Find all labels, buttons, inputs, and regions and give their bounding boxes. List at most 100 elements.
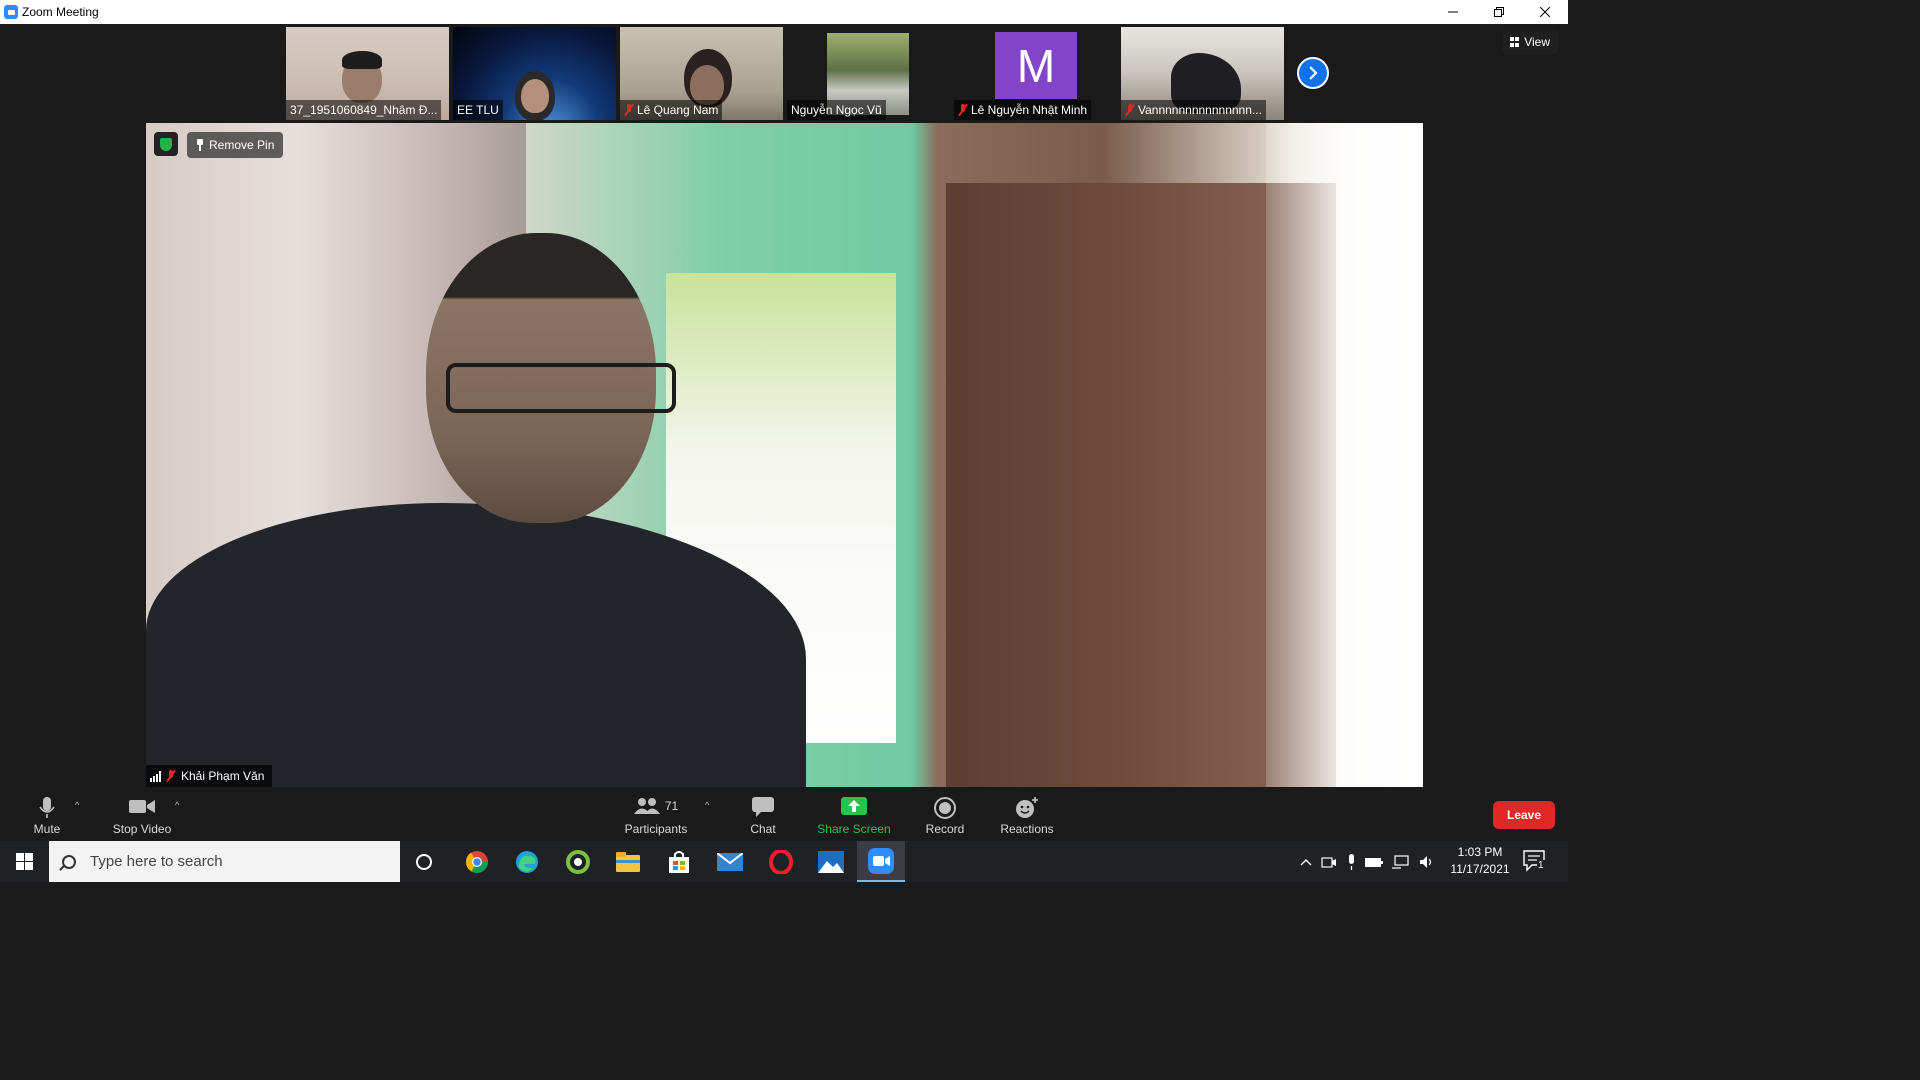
window-controls: [1430, 0, 1568, 24]
edge-icon: [516, 850, 538, 873]
windows-taskbar: Type here to search 1:03 PM 11/17/2021 1: [0, 841, 1568, 882]
participant-name-tag: Lê Nguyễn Nhật Minh: [954, 100, 1092, 120]
meeting-area: View 37_1951060849_Nhâm Đ... EE TLU Lê Q…: [0, 24, 1568, 792]
store-bag-icon: [669, 850, 689, 873]
tray-microphone-icon[interactable]: [1346, 853, 1356, 870]
participant-name: Lê Nguyễn Nhật Minh: [971, 103, 1088, 117]
main-video: Remove Pin Khải Phạm Văn: [146, 123, 1423, 787]
participant-name: Lê Quang Nam: [637, 103, 719, 117]
view-button-label: View: [1524, 35, 1550, 49]
taskbar-app-zoom[interactable]: [857, 841, 905, 882]
network-icon[interactable]: [1392, 854, 1410, 869]
start-button[interactable]: [0, 841, 48, 882]
participants-button[interactable]: 71 Participants: [620, 792, 692, 841]
notification-count: 1: [1537, 860, 1545, 871]
participant-name: Nguyễn Ngọc Vũ: [791, 103, 882, 117]
share-screen-label: Share Screen: [817, 822, 891, 836]
taskbar-app-edge[interactable]: [503, 841, 551, 882]
remove-pin-label: Remove Pin: [209, 138, 275, 152]
share-screen-icon: [841, 797, 867, 815]
remove-pin-button[interactable]: Remove Pin: [187, 132, 284, 158]
chrome-icon: [465, 850, 488, 873]
minimize-button[interactable]: [1430, 0, 1476, 24]
participant-name-tag: EE TLU: [453, 100, 503, 120]
taskbar-app-coccoc[interactable]: [554, 841, 602, 882]
encryption-shield-icon[interactable]: [154, 132, 178, 156]
next-page-button[interactable]: [1297, 57, 1329, 89]
participant-thumbnail[interactable]: M Lê Nguyễn Nhật Minh: [954, 27, 1117, 120]
stop-video-button[interactable]: Stop Video: [108, 792, 176, 841]
taskbar-app-store[interactable]: [655, 841, 703, 882]
participant-thumbnail-strip: 37_1951060849_Nhâm Đ... EE TLU Lê Quang …: [286, 27, 1284, 120]
photos-icon: [818, 850, 844, 873]
coccoc-icon: [566, 849, 590, 874]
meet-now-camera-icon[interactable]: [1321, 855, 1337, 869]
taskbar-app-chrome[interactable]: [453, 841, 501, 882]
connection-signal-icon: [150, 770, 161, 782]
microphone-icon: [39, 797, 55, 818]
participant-name: 37_1951060849_Nhâm Đ...: [290, 103, 438, 117]
participant-name: Vannnnnnnnnnnnnnn...: [1138, 103, 1262, 117]
action-center-button[interactable]: 1: [1523, 850, 1549, 874]
close-button[interactable]: [1522, 0, 1568, 24]
speaker-name: Khải Phạm Văn: [181, 769, 265, 783]
chevron-right-icon: [1309, 66, 1318, 80]
participant-name-tag: Nguyễn Ngọc Vũ: [787, 100, 886, 120]
battery-icon[interactable]: [1365, 856, 1383, 868]
muted-mic-icon: [958, 104, 968, 116]
participants-options-caret-icon[interactable]: ^: [705, 800, 713, 810]
participant-thumbnail[interactable]: 37_1951060849_Nhâm Đ...: [286, 27, 449, 120]
view-button[interactable]: View: [1502, 30, 1558, 54]
mute-label: Mute: [33, 822, 61, 836]
participant-thumbnail[interactable]: Vannnnnnnnnnnnnnn...: [1121, 27, 1284, 120]
muted-mic-icon: [624, 104, 634, 116]
leave-button[interactable]: Leave: [1493, 801, 1555, 829]
share-screen-button[interactable]: Share Screen: [816, 792, 892, 841]
participant-thumbnail[interactable]: Lê Quang Nam: [620, 27, 783, 120]
show-hidden-icons-chevron-icon[interactable]: [1300, 858, 1312, 866]
taskbar-app-opera[interactable]: [757, 841, 805, 882]
cortana-circle-icon: [416, 853, 432, 870]
windows-logo-icon: [15, 853, 33, 870]
window-title: Zoom Meeting: [22, 5, 99, 19]
speaker-name-tag: Khải Phạm Văn: [146, 765, 273, 787]
participant-thumbnail[interactable]: Nguyễn Ngọc Vũ: [787, 27, 950, 120]
zoom-app-icon: [4, 5, 18, 19]
reactions-label: Reactions: [1000, 822, 1054, 836]
mail-icon: [717, 852, 743, 871]
participant-name-tag: 37_1951060849_Nhâm Đ...: [286, 100, 442, 120]
taskbar-clock[interactable]: 1:03 PM 11/17/2021: [1446, 844, 1514, 878]
taskbar-app-photos[interactable]: [807, 841, 855, 882]
participants-icon: [633, 798, 660, 814]
reactions-button[interactable]: Reactions: [998, 792, 1056, 841]
mute-button[interactable]: Mute: [30, 792, 64, 841]
record-button[interactable]: Record: [922, 792, 968, 841]
chat-button[interactable]: Chat: [746, 792, 780, 841]
grid-view-icon: [1510, 37, 1520, 47]
video-camera-icon: [129, 800, 155, 813]
search-placeholder: Type here to search: [90, 853, 223, 870]
taskbar-app-mail[interactable]: [706, 841, 754, 882]
audio-options-caret-icon[interactable]: ^: [75, 800, 83, 810]
system-tray: [1300, 841, 1435, 882]
pin-icon: [196, 139, 204, 151]
participant-name-tag: Vannnnnnnnnnnnnnn...: [1121, 100, 1266, 120]
participant-thumbnail[interactable]: EE TLU: [453, 27, 616, 120]
muted-mic-icon: [1125, 104, 1135, 116]
chat-label: Chat: [750, 822, 776, 836]
taskbar-app-file-explorer[interactable]: [604, 841, 652, 882]
search-icon: [62, 854, 76, 869]
close-icon: [1540, 7, 1550, 17]
title-bar: Zoom Meeting: [0, 0, 1568, 24]
taskbar-search-box[interactable]: Type here to search: [49, 841, 400, 882]
video-options-caret-icon[interactable]: ^: [175, 800, 183, 810]
clock-date: 11/17/2021: [1450, 862, 1510, 876]
zoom-icon: [868, 847, 894, 874]
volume-icon[interactable]: [1419, 855, 1435, 869]
participants-count: 71: [664, 799, 679, 813]
muted-mic-icon: [166, 770, 176, 782]
task-view-button[interactable]: [400, 841, 448, 882]
chat-icon: [752, 797, 774, 817]
record-icon: [934, 797, 956, 819]
restore-button[interactable]: [1476, 0, 1522, 24]
